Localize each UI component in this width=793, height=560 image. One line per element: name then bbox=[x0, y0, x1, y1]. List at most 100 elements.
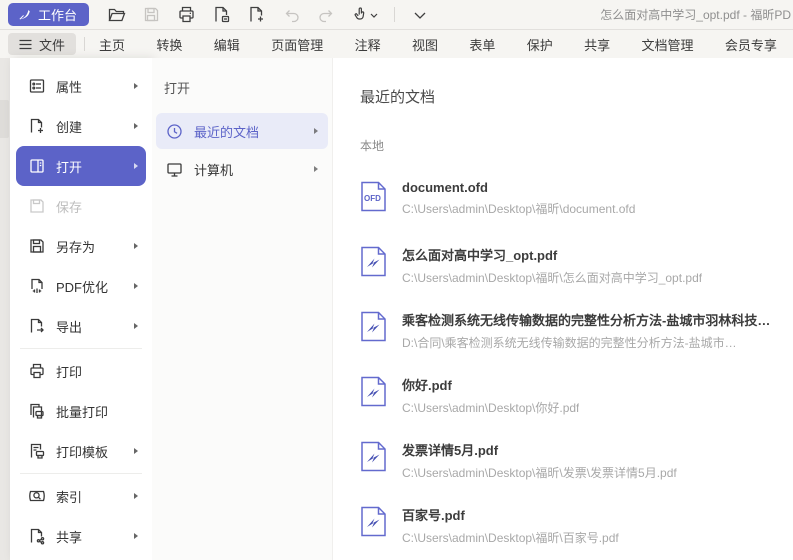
file-meta: 怎么面对高中学习_opt.pdf C:\Users\admin\Desktop\… bbox=[402, 245, 702, 289]
save-icon bbox=[141, 5, 161, 25]
file-meta: 百家号.pdf C:\Users\admin\Desktop\福昕\百家号.pd… bbox=[402, 505, 619, 549]
svg-text:OFD: OFD bbox=[364, 194, 381, 203]
file-name: 乘客检测系统无线传输数据的完整性分析方法-盐城市羽林科技… bbox=[402, 310, 770, 329]
file-menu-item-label: 导出 bbox=[56, 317, 124, 336]
file-menu-item-open[interactable]: 打开 bbox=[16, 146, 146, 186]
open-submenu-panel: 打开 最近的文档 计算机 bbox=[152, 58, 333, 560]
submenu-arrow-icon bbox=[134, 163, 138, 169]
tab-home[interactable]: 主页 bbox=[97, 31, 127, 58]
undo-icon bbox=[281, 5, 301, 25]
file-menu-item-export[interactable]: 导出 bbox=[16, 306, 146, 346]
file-menu-item-label: 共享 bbox=[56, 527, 124, 546]
file-path: C:\Users\admin\Desktop\福昕\怎么面对高中学习_opt.p… bbox=[402, 269, 702, 286]
file-name: 你好.pdf bbox=[402, 375, 579, 394]
file-menu-item-label: 批量打印 bbox=[56, 402, 138, 421]
pdf-optimize-icon bbox=[28, 277, 46, 295]
recent-file-row[interactable]: 乘客检测系统无线传输数据的完整性分析方法-盐城市羽林科技… D:\合同\乘客检测… bbox=[360, 310, 793, 354]
file-name: 百家号.pdf bbox=[402, 505, 619, 524]
file-menu-item-batch-print[interactable]: 批量打印 bbox=[16, 391, 146, 431]
page-remove-icon[interactable] bbox=[211, 5, 231, 25]
open-item-recent-documents[interactable]: 最近的文档 bbox=[156, 113, 328, 149]
submenu-arrow-icon bbox=[134, 283, 138, 289]
file-menu-item-label: 打印模板 bbox=[56, 442, 124, 461]
file-menu-item-label: 打印 bbox=[56, 362, 138, 381]
tab-convert[interactable]: 转换 bbox=[154, 31, 184, 58]
page-add-icon[interactable] bbox=[246, 5, 266, 25]
file-menu-item-label: 保存 bbox=[56, 197, 138, 216]
submenu-arrow-icon bbox=[134, 493, 138, 499]
menu-tabs: 主页 转换 编辑 页面管理 注释 视图 表单 保护 共享 文档管理 会员专享 bbox=[91, 31, 793, 58]
pdf-file-icon bbox=[360, 376, 387, 407]
file-menu-item-save-as[interactable]: 另存为 bbox=[16, 226, 146, 266]
pdf-file-icon bbox=[360, 441, 387, 472]
file-menu-item-label: PDF优化 bbox=[56, 277, 124, 296]
file-menu-item-pdf-optimize[interactable]: PDF优化 bbox=[16, 266, 146, 306]
submenu-arrow-icon bbox=[134, 243, 138, 249]
recent-file-row[interactable]: 怎么面对高中学习_opt.pdf C:\Users\admin\Desktop\… bbox=[360, 245, 793, 289]
submenu-arrow-icon bbox=[134, 123, 138, 129]
index-icon bbox=[28, 487, 46, 505]
file-menu-item-properties[interactable]: 属性 bbox=[16, 66, 146, 106]
recent-file-row[interactable]: 发票详情5月.pdf C:\Users\admin\Desktop\福昕\发票\… bbox=[360, 440, 793, 484]
toolbar-separator bbox=[394, 7, 395, 22]
print-icon bbox=[28, 362, 46, 380]
tab-page-management[interactable]: 页面管理 bbox=[269, 31, 325, 58]
save-as-icon bbox=[28, 237, 46, 255]
open-panel-title: 打开 bbox=[152, 78, 332, 111]
pdf-file-icon bbox=[360, 506, 387, 537]
menubar-separator bbox=[84, 37, 85, 51]
file-path: C:\Users\admin\Desktop\福昕\document.ofd bbox=[402, 200, 635, 217]
file-backstage: 属性 创建 打开 保存 另存为 PDF优化 导出 bbox=[0, 58, 793, 560]
print-icon[interactable] bbox=[176, 5, 196, 25]
open-item-computer[interactable]: 计算机 bbox=[156, 151, 328, 187]
tab-member-exclusive[interactable]: 会员专享 bbox=[723, 31, 779, 58]
file-path: D:\合同\乘客检测系统无线传输数据的完整性分析方法-盐城市… bbox=[402, 334, 770, 351]
tab-form[interactable]: 表单 bbox=[467, 31, 497, 58]
tab-document-management[interactable]: 文档管理 bbox=[640, 31, 696, 58]
menu-divider bbox=[20, 473, 142, 474]
tab-comment[interactable]: 注释 bbox=[353, 31, 383, 58]
open-folder-icon[interactable] bbox=[106, 5, 126, 25]
recent-documents-title: 最近的文档 bbox=[360, 86, 793, 107]
file-menu-item-create[interactable]: 创建 bbox=[16, 106, 146, 146]
recent-file-row[interactable]: 百家号.pdf C:\Users\admin\Desktop\福昕\百家号.pd… bbox=[360, 505, 793, 549]
tab-protect[interactable]: 保护 bbox=[525, 31, 555, 58]
open-item-label: 计算机 bbox=[194, 160, 303, 179]
submenu-arrow-icon bbox=[134, 533, 138, 539]
expand-toolbar-icon[interactable] bbox=[410, 5, 430, 25]
hamburger-icon bbox=[19, 39, 32, 50]
hand-tool-icon[interactable] bbox=[351, 5, 379, 25]
file-menu-item-share[interactable]: 共享 bbox=[16, 516, 146, 556]
tab-share[interactable]: 共享 bbox=[582, 31, 612, 58]
recent-file-row[interactable]: OFD document.ofd C:\Users\admin\Desktop\… bbox=[360, 180, 793, 224]
file-path: C:\Users\admin\Desktop\你好.pdf bbox=[402, 399, 579, 416]
file-meta: 发票详情5月.pdf C:\Users\admin\Desktop\福昕\发票\… bbox=[402, 440, 677, 484]
submenu-arrow-icon bbox=[134, 323, 138, 329]
file-name: 怎么面对高中学习_opt.pdf bbox=[402, 245, 702, 264]
file-menu-button[interactable]: 文件 bbox=[8, 33, 76, 55]
clock-icon bbox=[166, 123, 183, 140]
recent-section-local: 本地 bbox=[360, 137, 793, 154]
background-app-fragment bbox=[0, 100, 9, 138]
tab-view[interactable]: 视图 bbox=[410, 31, 440, 58]
tab-edit[interactable]: 编辑 bbox=[212, 31, 242, 58]
file-meta: document.ofd C:\Users\admin\Desktop\福昕\d… bbox=[402, 180, 635, 224]
file-menu-item-print[interactable]: 打印 bbox=[16, 351, 146, 391]
quick-access-toolbar: 工作台 怎么面对高中学习_opt.pdf - bbox=[0, 0, 793, 30]
ofd-file-icon: OFD bbox=[360, 181, 387, 212]
recent-file-row[interactable]: 你好.pdf C:\Users\admin\Desktop\你好.pdf bbox=[360, 375, 793, 419]
file-menu-item-label: 属性 bbox=[56, 77, 124, 96]
workspace-button[interactable]: 工作台 bbox=[8, 3, 89, 26]
file-menu-item-index[interactable]: 索引 bbox=[16, 476, 146, 516]
redo-icon bbox=[316, 5, 336, 25]
submenu-arrow-icon bbox=[134, 83, 138, 89]
file-menu-item-label: 另存为 bbox=[56, 237, 124, 256]
file-menu-panel: 属性 创建 打开 保存 另存为 PDF优化 导出 bbox=[10, 58, 152, 560]
save-icon bbox=[28, 197, 46, 215]
window-title: 怎么面对高中学习_opt.pdf - 福昕PD bbox=[600, 0, 791, 30]
quill-pen-icon bbox=[17, 7, 32, 22]
share-icon bbox=[28, 527, 46, 545]
file-menu-item-print-template[interactable]: 打印模板 bbox=[16, 431, 146, 471]
file-path: C:\Users\admin\Desktop\福昕\发票\发票详情5月.pdf bbox=[402, 464, 677, 481]
file-menu-item-label: 索引 bbox=[56, 487, 124, 506]
